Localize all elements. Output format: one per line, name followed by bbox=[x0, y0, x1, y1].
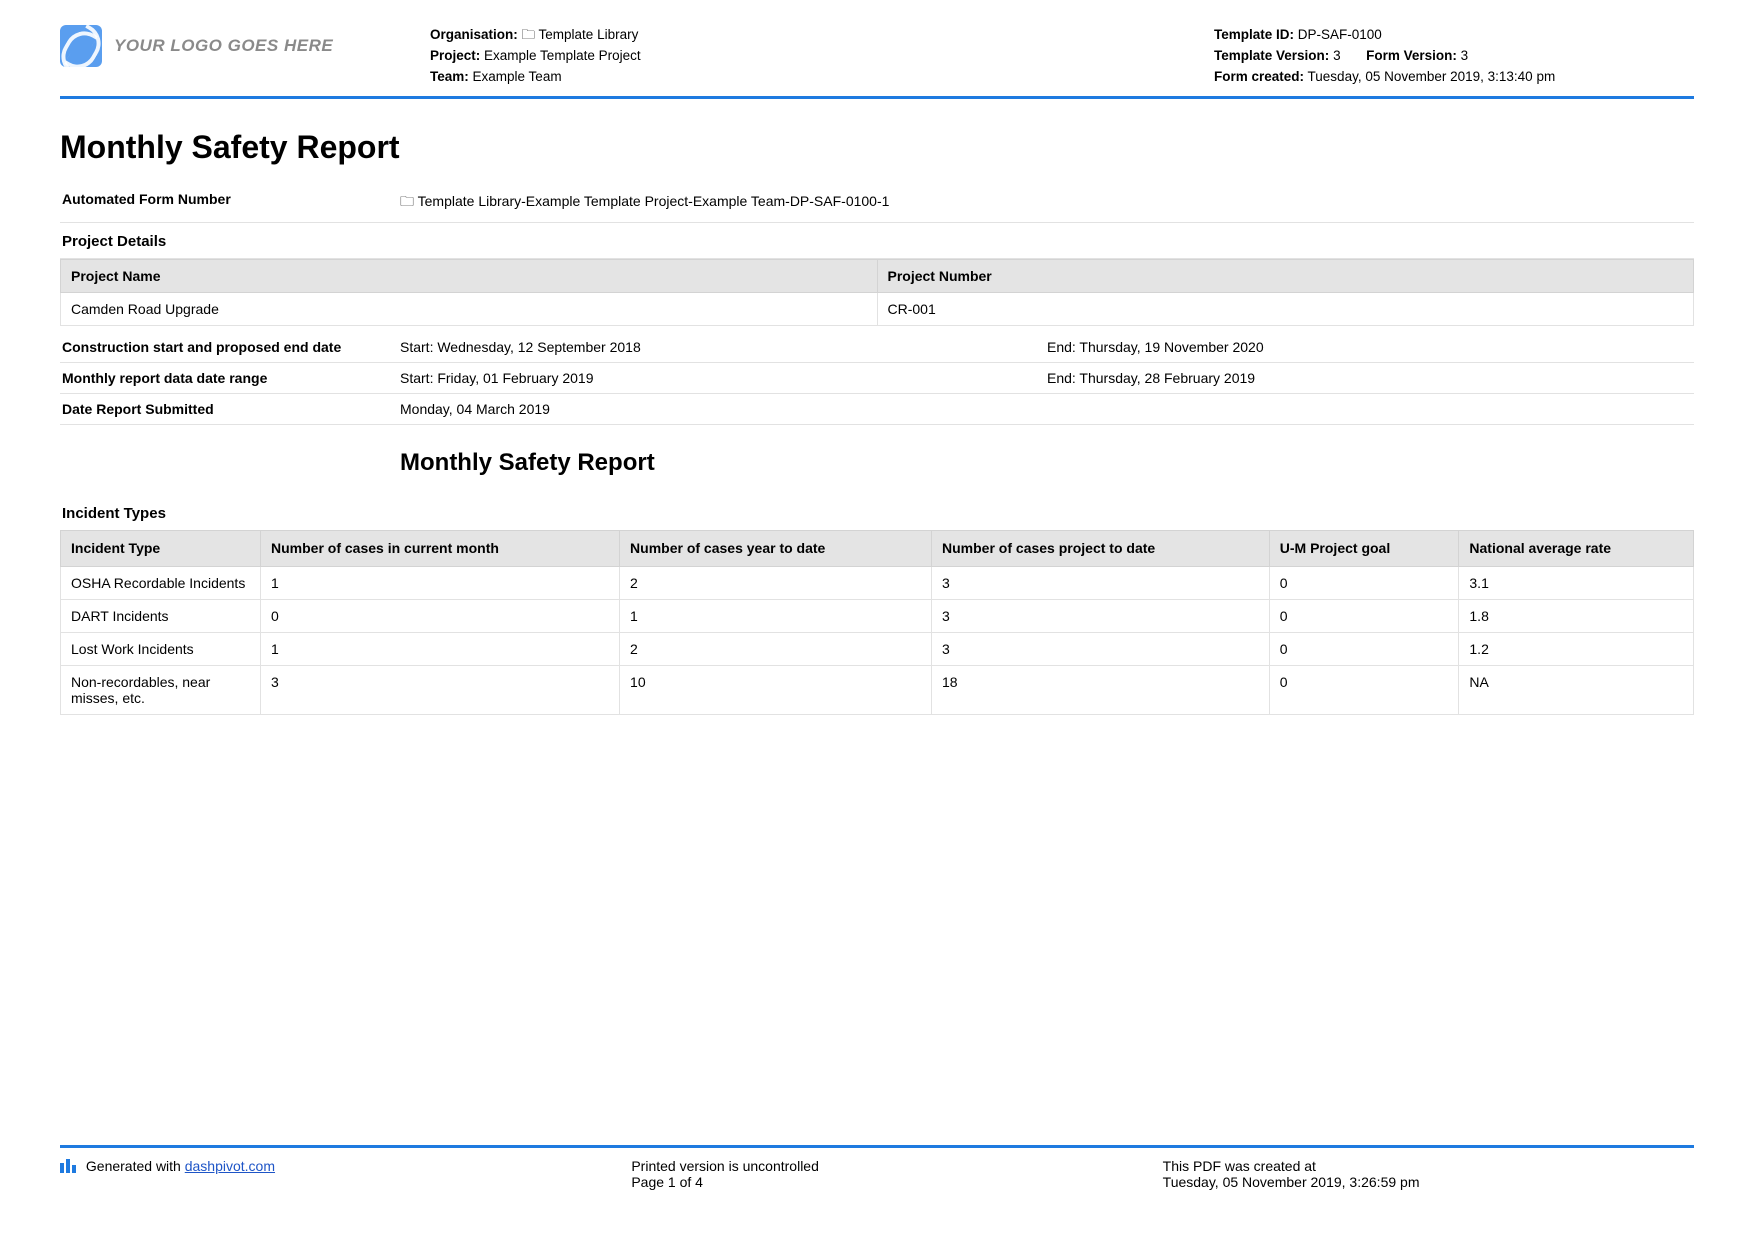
table-cell: 1 bbox=[261, 632, 620, 665]
form-number-row: Automated Form Number 🗀 Template Library… bbox=[60, 184, 1694, 223]
footer-middle: Printed version is uncontrolled Page 1 o… bbox=[591, 1158, 1162, 1190]
project-details-heading: Project Details bbox=[60, 223, 1694, 259]
construction-start-value: Start: Wednesday, 12 September 2018 bbox=[400, 339, 1047, 355]
date-submitted-label: Date Report Submitted bbox=[60, 401, 400, 417]
table-cell: 1 bbox=[620, 599, 932, 632]
date-submitted-value: Monday, 04 March 2019 bbox=[400, 401, 1694, 417]
table-cell: 1.8 bbox=[1459, 599, 1694, 632]
table-cell: 0 bbox=[1269, 566, 1459, 599]
col-cases-ptd: Number of cases project to date bbox=[932, 530, 1270, 566]
col-incident-type: Incident Type bbox=[61, 530, 261, 566]
project-name-value: Camden Road Upgrade bbox=[61, 292, 878, 325]
table-row: OSHA Recordable Incidents12303.1 bbox=[61, 566, 1694, 599]
project-number-header: Project Number bbox=[877, 259, 1694, 292]
created-value: Tuesday, 05 November 2019, 3:26:59 pm bbox=[1163, 1174, 1694, 1190]
col-cases-ytd: Number of cases year to date bbox=[620, 530, 932, 566]
form-number-value: 🗀 Template Library-Example Template Proj… bbox=[400, 191, 1694, 215]
report-title: Monthly Safety Report bbox=[60, 129, 1694, 166]
logo-block: YOUR LOGO GOES HERE bbox=[60, 25, 430, 67]
report-range-start: Start: Friday, 01 February 2019 bbox=[400, 370, 1047, 386]
table-cell: Non-recordables, near misses, etc. bbox=[61, 665, 261, 714]
page-header: YOUR LOGO GOES HERE Organisation: 🗀 Temp… bbox=[60, 25, 1694, 99]
generated-prefix: Generated with bbox=[86, 1158, 185, 1174]
dashpivot-link[interactable]: dashpivot.com bbox=[185, 1158, 275, 1174]
table-cell: 1 bbox=[261, 566, 620, 599]
header-meta-left: Organisation: 🗀 Template Library Project… bbox=[430, 25, 1214, 88]
page-indicator: Page 1 of 4 bbox=[631, 1174, 1162, 1190]
table-cell: 1.2 bbox=[1459, 632, 1694, 665]
incident-types-table: Incident Type Number of cases in current… bbox=[60, 530, 1694, 715]
project-label: Project: bbox=[430, 48, 480, 63]
incident-types-heading: Incident Types bbox=[60, 495, 1694, 530]
project-value: Example Template Project bbox=[484, 48, 641, 63]
table-cell: 18 bbox=[932, 665, 1270, 714]
org-value: 🗀 Template Library bbox=[522, 27, 639, 42]
table-cell: NA bbox=[1459, 665, 1694, 714]
form-version-value: 3 bbox=[1461, 48, 1469, 63]
bar-chart-icon bbox=[60, 1159, 76, 1173]
report-range-end: End: Thursday, 28 February 2019 bbox=[1047, 370, 1694, 386]
table-cell: 3.1 bbox=[1459, 566, 1694, 599]
table-cell: 3 bbox=[932, 632, 1270, 665]
table-cell: OSHA Recordable Incidents bbox=[61, 566, 261, 599]
table-cell: Lost Work Incidents bbox=[61, 632, 261, 665]
col-cases-month: Number of cases in current month bbox=[261, 530, 620, 566]
table-cell: 0 bbox=[261, 599, 620, 632]
logo-placeholder-text: YOUR LOGO GOES HERE bbox=[114, 36, 333, 56]
table-row: Lost Work Incidents12301.2 bbox=[61, 632, 1694, 665]
date-submitted-row: Date Report Submitted Monday, 04 March 2… bbox=[60, 394, 1694, 425]
table-row: Camden Road Upgrade CR-001 bbox=[61, 292, 1694, 325]
table-cell: 2 bbox=[620, 632, 932, 665]
table-cell: 0 bbox=[1269, 632, 1459, 665]
table-cell: 3 bbox=[932, 599, 1270, 632]
created-label: This PDF was created at bbox=[1163, 1158, 1694, 1174]
table-cell: 10 bbox=[620, 665, 932, 714]
table-cell: DART Incidents bbox=[61, 599, 261, 632]
col-national-avg: National average rate bbox=[1459, 530, 1694, 566]
page-footer: Generated with dashpivot.com Printed ver… bbox=[60, 1145, 1694, 1190]
form-version-label: Form Version: bbox=[1366, 48, 1457, 63]
mid-section-title: Monthly Safety Report bbox=[400, 449, 1694, 477]
table-cell: 2 bbox=[620, 566, 932, 599]
form-number-label: Automated Form Number bbox=[60, 191, 400, 215]
table-cell: 3 bbox=[261, 665, 620, 714]
template-version-label: Template Version: bbox=[1214, 48, 1329, 63]
template-version-value: 3 bbox=[1333, 48, 1341, 63]
header-meta-right: Template ID: DP-SAF-0100 Template Versio… bbox=[1214, 25, 1694, 88]
report-range-row: Monthly report data date range Start: Fr… bbox=[60, 363, 1694, 394]
table-cell: 3 bbox=[932, 566, 1270, 599]
project-name-header: Project Name bbox=[61, 259, 878, 292]
template-id-value: DP-SAF-0100 bbox=[1298, 27, 1382, 42]
project-details-table: Project Name Project Number Camden Road … bbox=[60, 259, 1694, 326]
footer-generated: Generated with dashpivot.com bbox=[60, 1158, 591, 1190]
construction-end-value: End: Thursday, 19 November 2020 bbox=[1047, 339, 1694, 355]
col-project-goal: U-M Project goal bbox=[1269, 530, 1459, 566]
team-value: Example Team bbox=[473, 69, 562, 84]
uncontrolled-text: Printed version is uncontrolled bbox=[631, 1158, 1162, 1174]
form-created-label: Form created: bbox=[1214, 69, 1304, 84]
logo-icon bbox=[60, 25, 102, 67]
form-created-value: Tuesday, 05 November 2019, 3:13:40 pm bbox=[1308, 69, 1556, 84]
team-label: Team: bbox=[430, 69, 469, 84]
report-range-label: Monthly report data date range bbox=[60, 370, 400, 386]
table-cell: 0 bbox=[1269, 599, 1459, 632]
construction-dates-row: Construction start and proposed end date… bbox=[60, 332, 1694, 363]
template-id-label: Template ID: bbox=[1214, 27, 1294, 42]
table-row: Non-recordables, near misses, etc.310180… bbox=[61, 665, 1694, 714]
table-cell: 0 bbox=[1269, 665, 1459, 714]
project-number-value: CR-001 bbox=[877, 292, 1694, 325]
footer-created: This PDF was created at Tuesday, 05 Nove… bbox=[1163, 1158, 1694, 1190]
table-row: DART Incidents01301.8 bbox=[61, 599, 1694, 632]
org-label: Organisation: bbox=[430, 27, 518, 42]
construction-dates-label: Construction start and proposed end date bbox=[60, 339, 400, 355]
